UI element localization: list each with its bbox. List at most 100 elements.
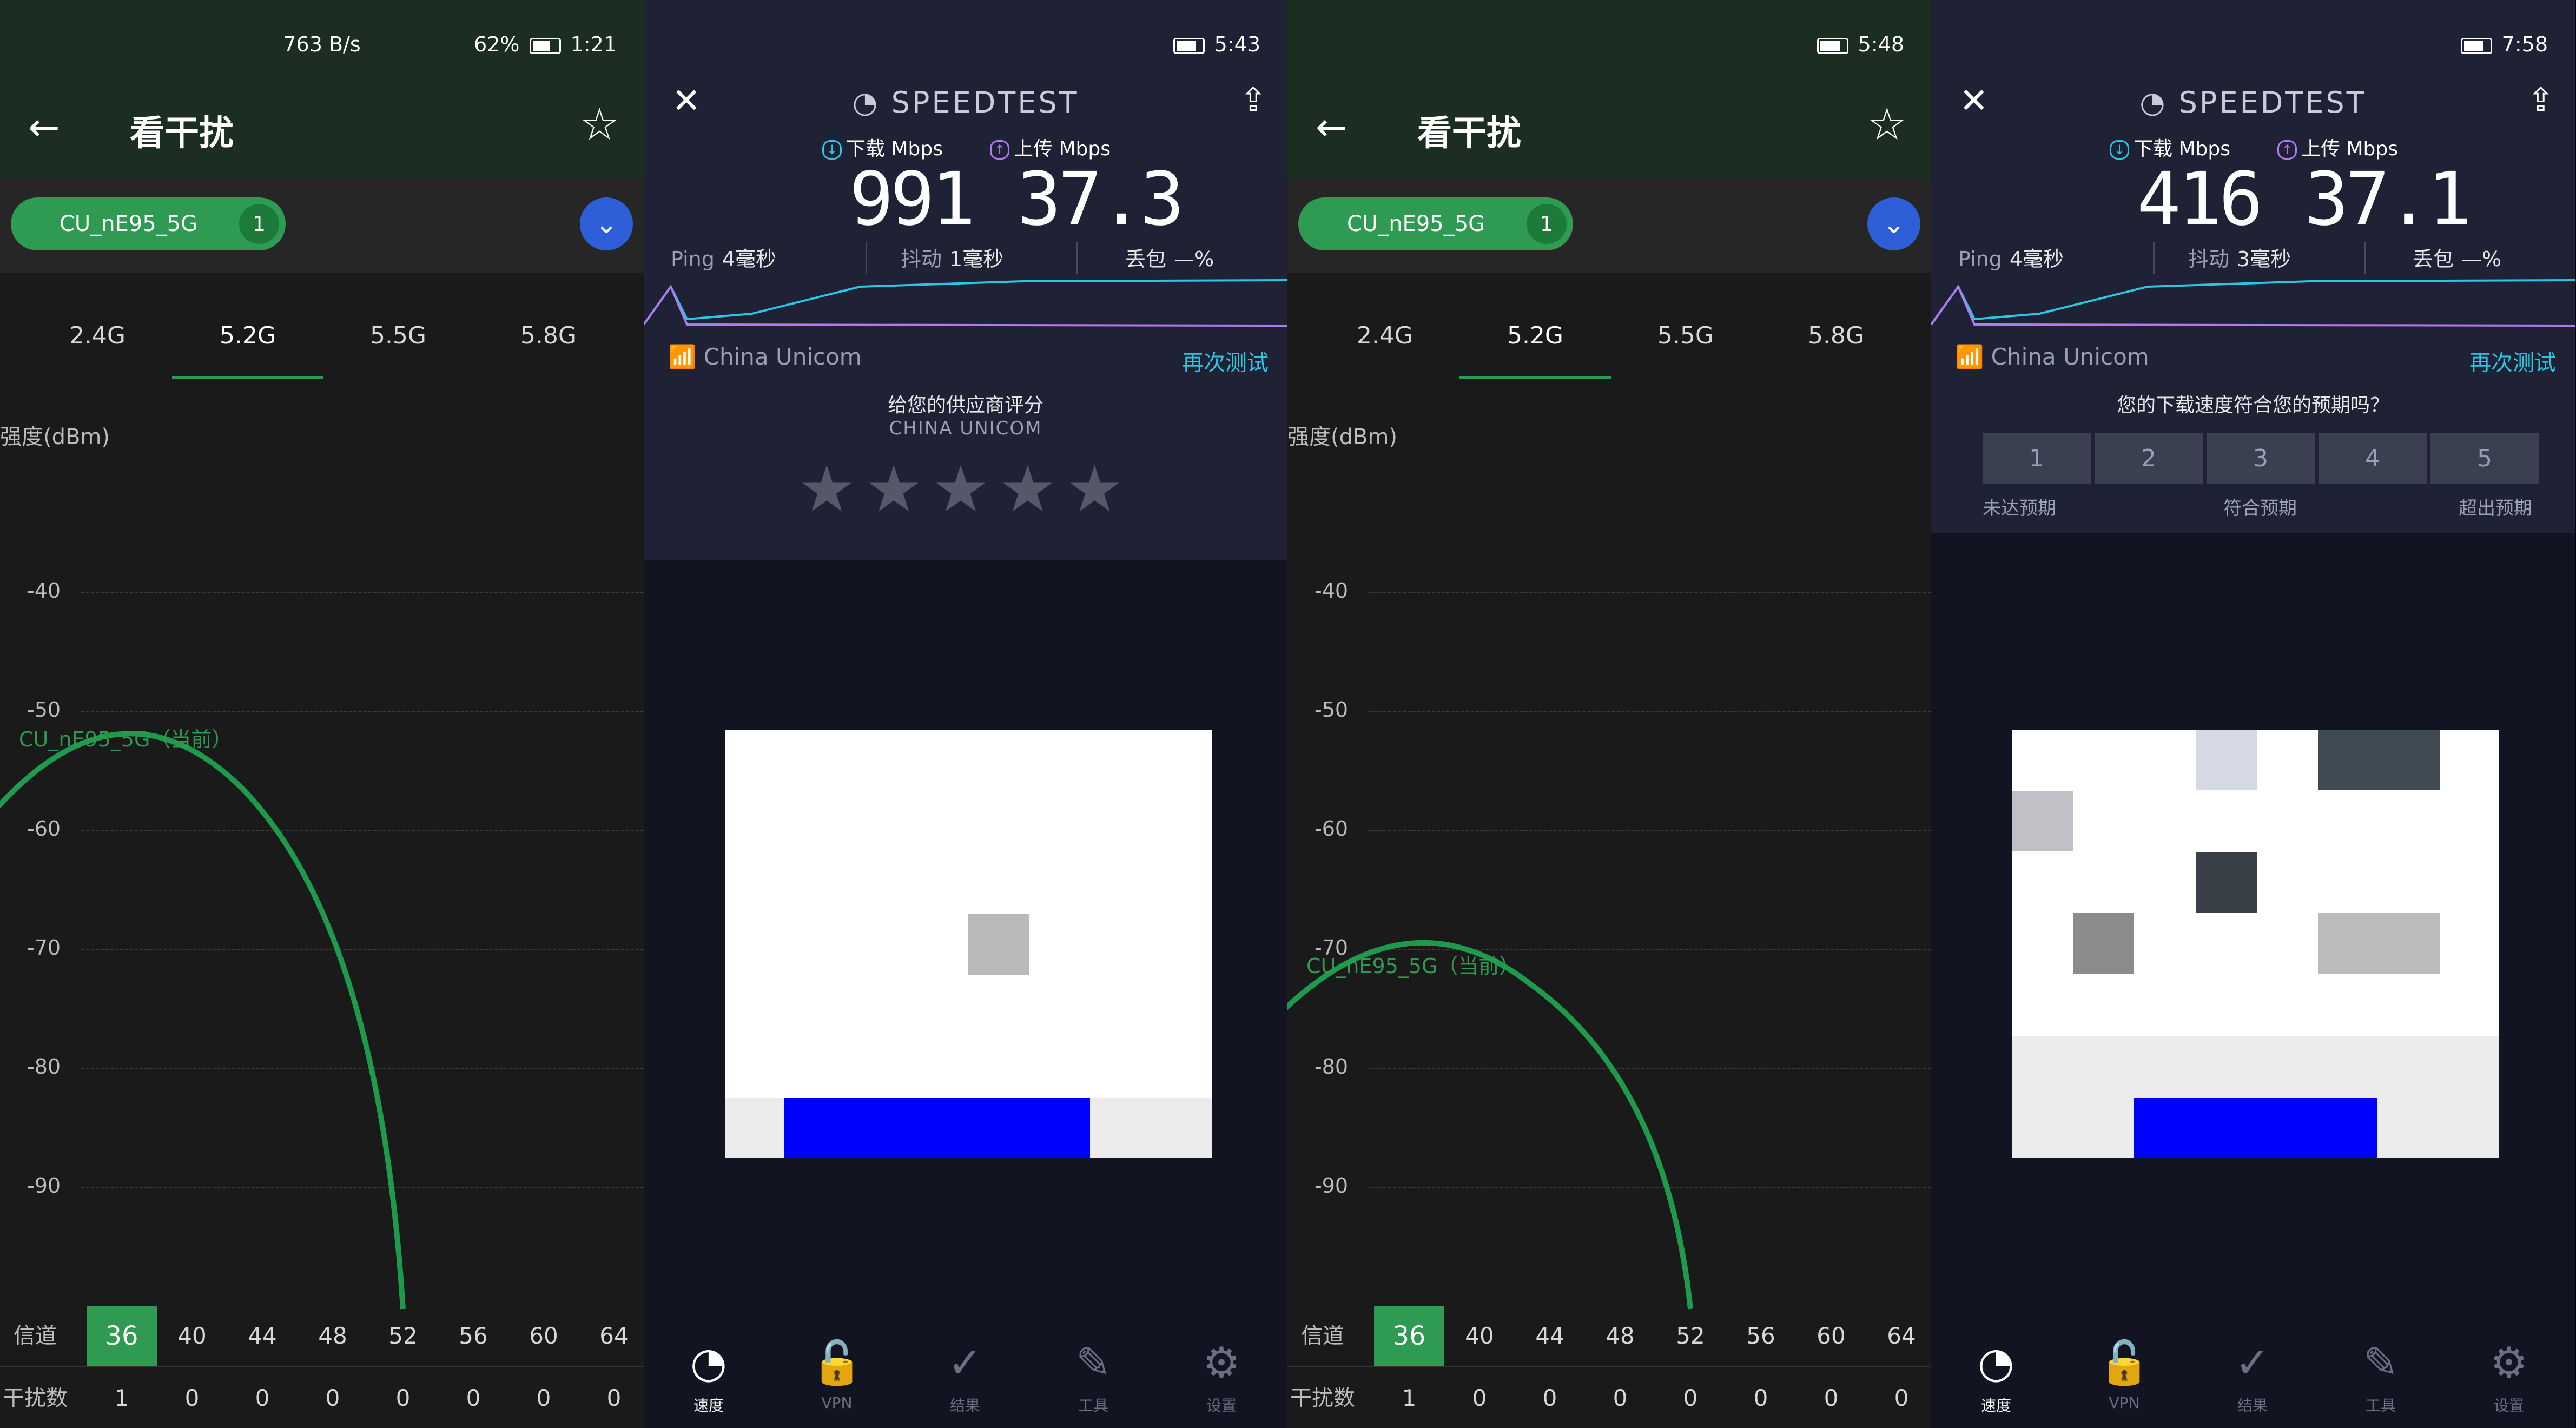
status-bar: 5:43 (644, 0, 1287, 76)
row-divider (0, 1366, 644, 1367)
jitter-stat: 抖动 3毫秒 (2188, 242, 2291, 272)
tab-label: 结果 (2237, 1397, 2268, 1414)
rating-provider: CHINA UNICOM (889, 418, 1042, 439)
speed-graph (644, 279, 1287, 327)
loss-value: —% (2461, 247, 2502, 271)
rating-option-3[interactable]: 3 (2207, 433, 2315, 484)
ad-block (2318, 913, 2440, 974)
rating-option-4[interactable]: 4 (2319, 433, 2427, 484)
loss-value: —% (1174, 247, 1214, 271)
jitter-value: 1毫秒 (949, 247, 1004, 271)
upload-arrow-icon: ↑ (990, 140, 1009, 160)
ad-banner[interactable] (2012, 730, 2499, 1158)
rating-option-5[interactable]: 5 (2430, 433, 2539, 484)
tab-speed[interactable]: ◔ 速度 (1931, 1339, 2061, 1416)
tab-label: VPN (821, 1394, 853, 1412)
ad-block (968, 914, 1029, 975)
interference-cell: 0 (255, 1385, 270, 1411)
channel-cell: 48 (318, 1323, 347, 1349)
tab-settings[interactable]: ⚙ 设置 (1157, 1339, 1286, 1416)
upload-value: 37.1 (2304, 157, 2472, 242)
retest-link[interactable]: 再次测试 (2469, 345, 2556, 376)
ping-stat: Ping 4毫秒 (671, 242, 776, 272)
tab-tools[interactable]: ✎ 工具 (2316, 1339, 2446, 1416)
channel-cell: 52 (388, 1323, 418, 1349)
speedometer-icon: ◔ (852, 85, 891, 120)
interference-cell: 0 (395, 1385, 411, 1411)
jitter-label: 抖动 (901, 247, 942, 271)
channel-cell: 48 (1606, 1323, 1635, 1349)
jitter-stat: 抖动 1毫秒 (901, 242, 1003, 272)
rating-option-1[interactable]: 1 (1983, 433, 2091, 484)
brand-title: ◔ SPEEDTEST (1931, 85, 2575, 120)
interference-cell: 0 (1613, 1385, 1628, 1411)
ad-block (2318, 730, 2440, 790)
tab-label: 工具 (1078, 1397, 1108, 1414)
rating-option-2[interactable]: 2 (2095, 433, 2203, 484)
channel-cell: 36 (1374, 1306, 1444, 1366)
jitter-value: 3毫秒 (2237, 247, 2291, 271)
share-icon[interactable]: ⇪ (1240, 81, 1267, 119)
interference-header: 干扰数 (1290, 1386, 1355, 1411)
lock-icon: 🔓 (810, 1339, 863, 1387)
gear-icon: ⚙ (2490, 1339, 2528, 1387)
wifi-analyzer-screen-2: 5:48 ← 看干扰 ☆ CU_nE95_5G 1 ⌄ 2.4G 5.2G 5.… (1287, 0, 1931, 1428)
retest-link[interactable]: 再次测试 (1182, 345, 1269, 376)
ping-value: 4毫秒 (722, 247, 777, 271)
interference-cell: 0 (606, 1385, 622, 1411)
tab-results[interactable]: ✓ 结果 (900, 1339, 1030, 1416)
lock-icon: 🔓 (2098, 1339, 2151, 1387)
wifi-icon: 📶 (668, 343, 704, 370)
interference-cell: 0 (1894, 1385, 1909, 1411)
status-bar: 7:58 (1931, 0, 2575, 76)
tab-tools[interactable]: ✎ 工具 (1028, 1339, 1158, 1416)
stat-divider (2364, 242, 2366, 274)
ad-block (2196, 852, 2257, 913)
interference-cell: 0 (536, 1385, 551, 1411)
channel-row: 信道 36 40 44 48 52 56 60 64 (1287, 1306, 1931, 1366)
ad-button[interactable] (784, 1098, 1090, 1158)
share-icon[interactable]: ⇪ (2527, 81, 2554, 119)
speedometer-icon: ◔ (2139, 85, 2179, 120)
bottom-tab-bar: ◔ 速度 🔓 VPN ✓ 结果 ✎ 工具 ⚙ 设置 (1931, 1314, 2575, 1428)
ad-block (2012, 791, 2073, 851)
channel-cell: 60 (1817, 1323, 1846, 1349)
channel-cell: 56 (459, 1323, 488, 1349)
channel-header: 信道 (14, 1324, 57, 1348)
tab-speed[interactable]: ◔ 速度 (644, 1339, 774, 1416)
channel-cell: 44 (248, 1323, 277, 1349)
network-curve-label: CU_nE95_5G（当前） (19, 728, 233, 751)
gear-icon: ⚙ (1203, 1339, 1240, 1387)
tab-vpn[interactable]: 🔓 VPN (2059, 1339, 2189, 1412)
speedtest-screen-1: 5:43 ✕ ◔ SPEEDTEST ⇪ ↓ 下载 Mbps ↑ 上传 Mbps 9… (644, 0, 1287, 1428)
channel-cell: 40 (177, 1323, 207, 1349)
signal-curve (1287, 940, 1693, 1310)
network-curve-label: CU_nE95_5G（当前） (1306, 954, 1520, 978)
interference-cell: 1 (1402, 1385, 1417, 1411)
tab-label: VPN (2109, 1394, 2140, 1412)
tab-results[interactable]: ✓ 结果 (2188, 1339, 2317, 1416)
ad-banner[interactable] (725, 730, 1212, 1158)
interference-cell: 1 (114, 1385, 129, 1411)
rating-label-high: 超出预期 (2459, 498, 2532, 519)
brand-text: SPEEDTEST (891, 85, 1079, 120)
star-rating[interactable]: ★★★★★ (644, 452, 1287, 526)
interference-cell: 0 (1683, 1385, 1698, 1411)
interference-cell: 0 (1753, 1385, 1768, 1411)
download-value: 991 (849, 157, 976, 242)
ad-button[interactable] (2134, 1098, 2377, 1158)
battery-icon (2460, 37, 2492, 54)
clock: 5:43 (1214, 32, 1260, 56)
status-right: 7:58 (2458, 32, 2548, 56)
tab-vpn[interactable]: 🔓 VPN (772, 1339, 902, 1412)
channel-cell: 60 (529, 1323, 558, 1349)
interference-cell: 0 (466, 1385, 481, 1411)
channel-cell: 44 (1535, 1323, 1564, 1349)
isp-name: China Unicom (703, 343, 862, 370)
upload-arrow-icon: ↑ (2277, 140, 2297, 160)
interference-cell: 0 (184, 1385, 200, 1411)
battery-icon (1173, 37, 1205, 54)
tab-settings[interactable]: ⚙ 设置 (2444, 1339, 2574, 1416)
channel-cell: 40 (1465, 1323, 1494, 1349)
loss-label: 丢包 (2413, 247, 2454, 271)
